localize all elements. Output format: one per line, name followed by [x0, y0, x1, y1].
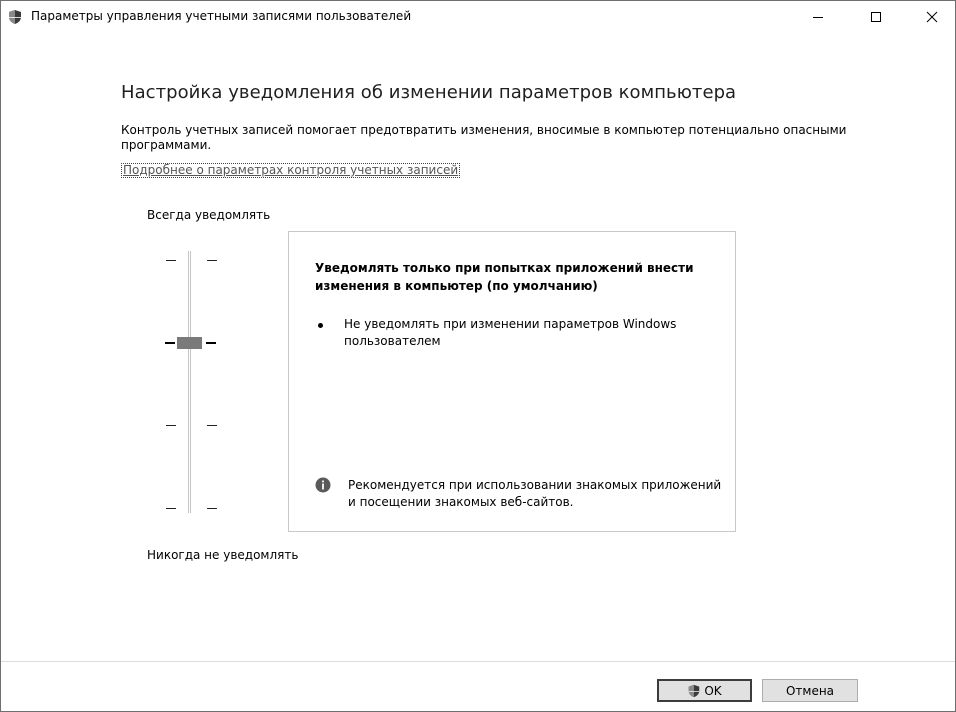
minimize-button[interactable]	[795, 1, 841, 32]
level-description-box: Уведомлять только при попытках приложени…	[288, 231, 736, 532]
cancel-button-label: Отмена	[785, 683, 835, 698]
maximize-icon	[871, 11, 881, 22]
ok-button[interactable]: OK	[657, 679, 752, 702]
close-icon	[926, 11, 938, 22]
slider-track[interactable]	[188, 251, 191, 513]
slider-tick-selected	[206, 342, 216, 344]
bullet-dot	[318, 323, 323, 328]
slider-tick	[207, 260, 217, 261]
title-bar[interactable]: Параметры управления учетными записями п…	[1, 1, 955, 32]
slider-tick-selected	[165, 342, 175, 344]
maximize-button[interactable]	[853, 1, 899, 32]
slider-bottom-label: Никогда не уведомлять	[147, 548, 299, 562]
slider-thumb[interactable]	[177, 337, 202, 349]
uac-settings-window: Параметры управления учетными записями п…	[0, 0, 956, 712]
page-title: Настройка уведомления об изменении парам…	[121, 82, 737, 103]
shield-icon	[689, 684, 700, 697]
description-text: Контроль учетных записей помогает предот…	[121, 123, 847, 152]
minimize-icon	[813, 16, 823, 18]
level-bullet-text: Не уведомлять при изменении параметров W…	[344, 317, 677, 348]
cancel-button[interactable]: Отмена	[762, 679, 858, 702]
more-info-link[interactable]: Подробнее о параметрах контроля учетных …	[121, 163, 461, 178]
window-title: Параметры управления учетными записями п…	[31, 9, 412, 23]
shield-icon	[9, 10, 21, 24]
slider-tick	[166, 260, 176, 261]
close-button[interactable]	[909, 1, 955, 32]
slider-tick	[166, 425, 176, 426]
slider-tick	[207, 508, 217, 509]
info-icon	[315, 477, 331, 493]
slider-tick	[207, 425, 217, 426]
slider-tick	[166, 508, 176, 509]
slider-top-label: Всегда уведомлять	[147, 208, 271, 222]
ok-button-label: OK	[704, 683, 722, 698]
recommendation-text: Рекомендуется при использовании знакомых…	[348, 478, 722, 509]
level-title: Уведомлять только при попытках приложени…	[315, 261, 694, 293]
